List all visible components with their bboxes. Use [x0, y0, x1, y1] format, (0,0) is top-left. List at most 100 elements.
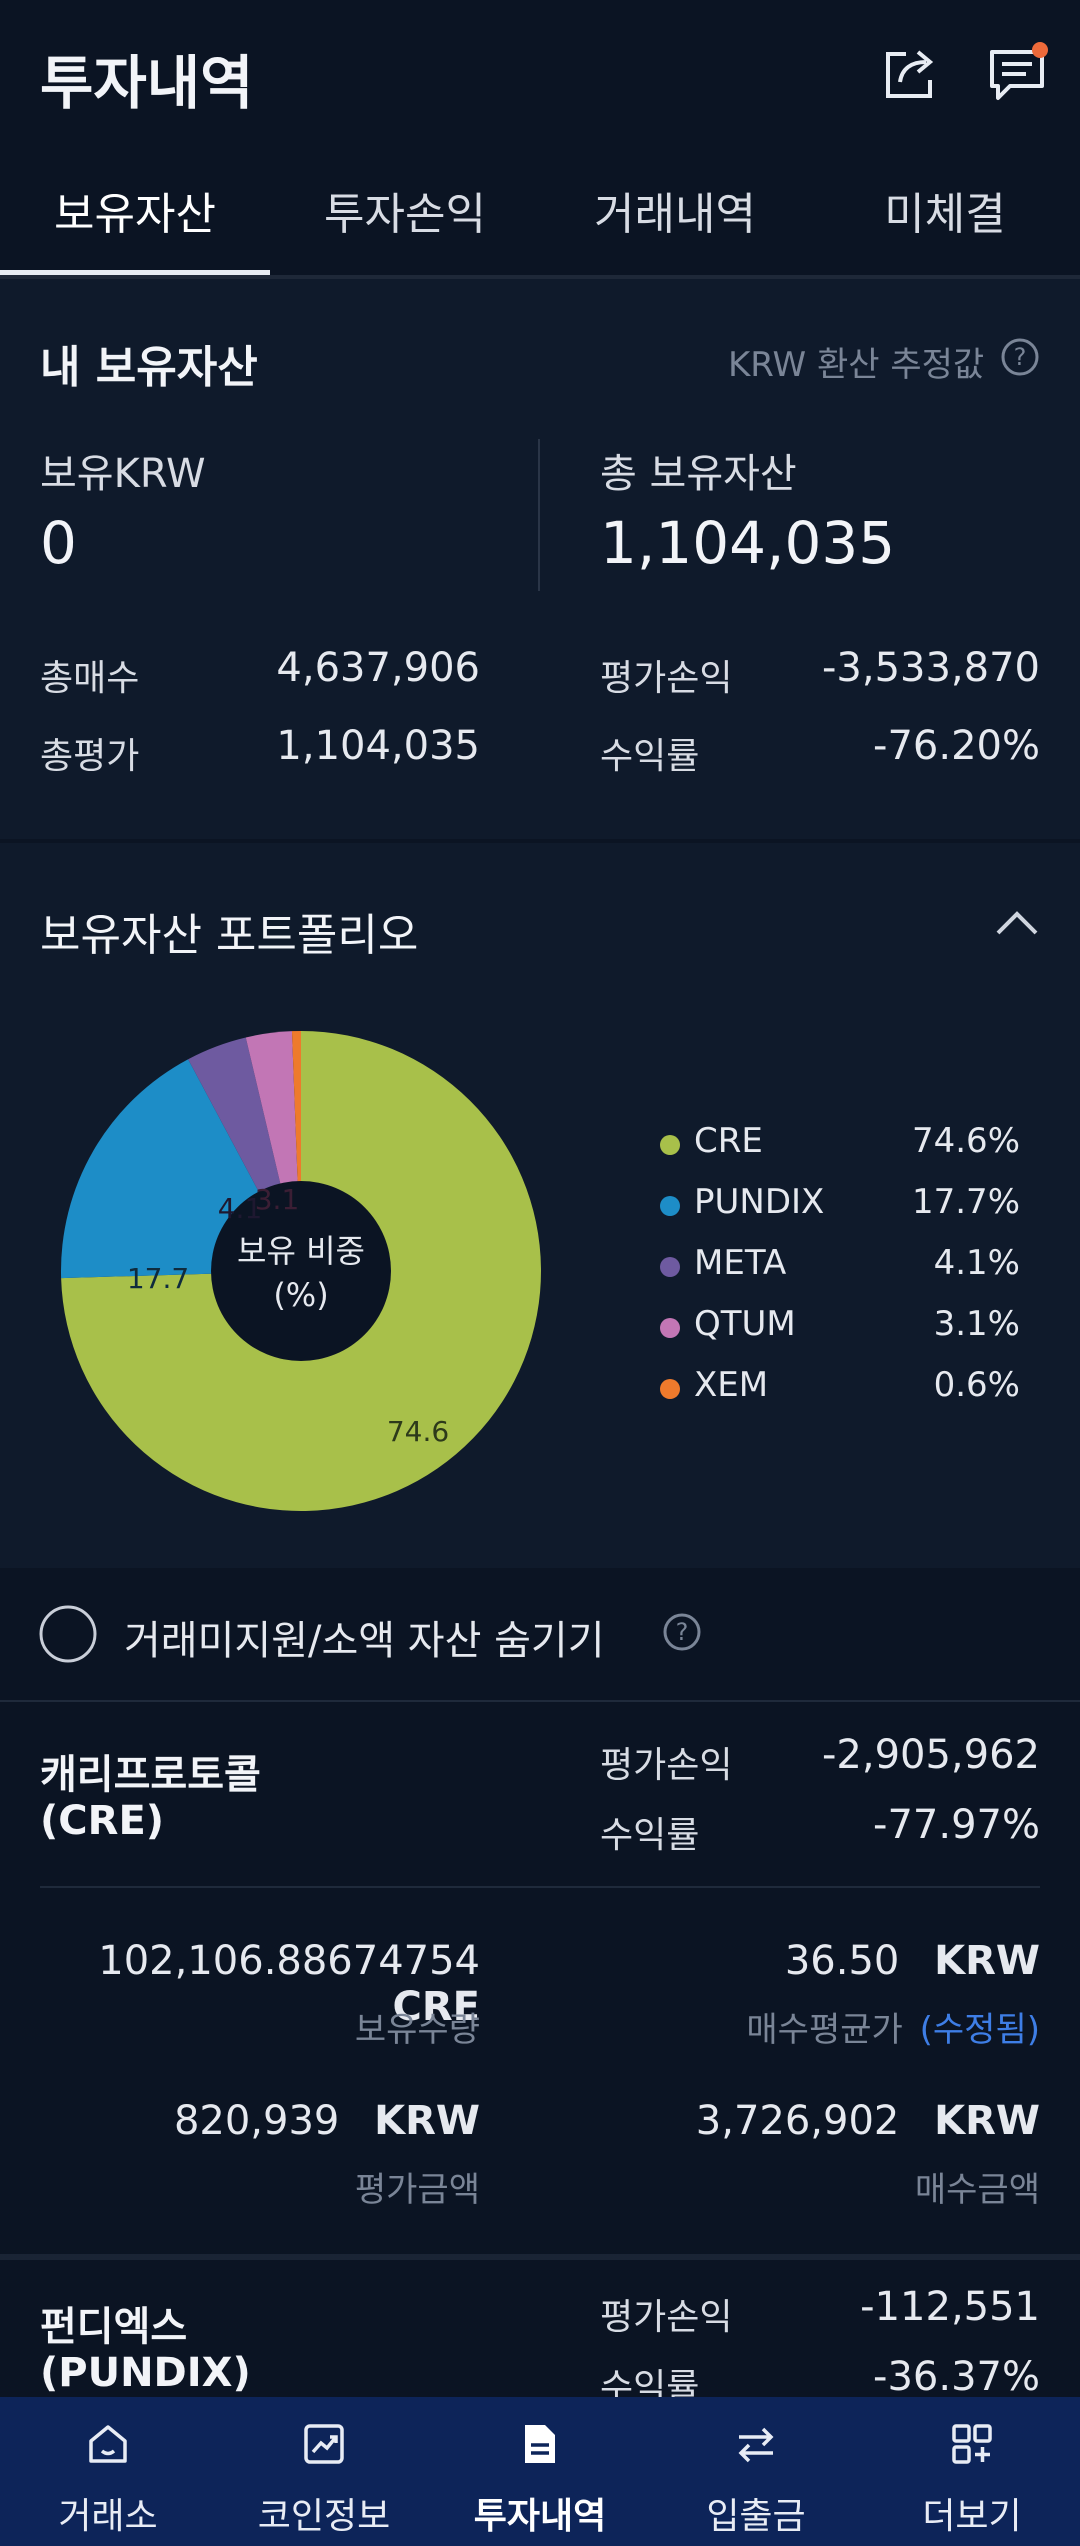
coin-symbol: (CRE) [40, 1798, 165, 1844]
chat-notice-icon[interactable] [986, 40, 1052, 106]
krw-label: 보유KRW [40, 451, 206, 497]
help-icon[interactable]: ? [662, 1612, 702, 1652]
eval-pl-label: 평가손익 [600, 658, 733, 699]
chevron-up-icon[interactable] [994, 903, 1040, 943]
legend-label: PUNDIX [694, 1182, 825, 1222]
avg-price-label: 매수평균가 [746, 2010, 903, 2050]
coin-pl-value: -2,905,962 [821, 1732, 1040, 1778]
legend-dot [660, 1257, 680, 1277]
holdings-summary: 내 보유자산 KRW 환산 추정값 ? 보유KRW 0 총 보유자산 1,104… [0, 279, 1080, 839]
app-header: 투자내역 [0, 0, 1080, 145]
donut-center-title: 보유 비중 [237, 1232, 365, 1270]
buy-amount-unit: KRW [934, 2098, 1040, 2144]
card-separator [0, 2254, 1080, 2260]
donut-center-unit: (%) [273, 1276, 328, 1314]
total-buy-value: 4,637,906 [276, 645, 480, 691]
legend-item-qtum: QTUM 3.1% [660, 1304, 1020, 1352]
nav-more[interactable]: 더보기 [864, 2397, 1080, 2546]
krw-value: 0 [40, 509, 77, 577]
tab-unfilled[interactable]: 미체결 [810, 145, 1080, 275]
legend-label: QTUM [694, 1304, 796, 1344]
nav-label: 코인정보 [257, 2496, 391, 2537]
nav-label: 투자내역 [473, 2496, 607, 2537]
home-icon [89, 2425, 127, 2463]
nav-label: 더보기 [922, 2496, 1022, 2537]
vertical-divider [538, 439, 540, 591]
chart-icon [304, 2424, 344, 2464]
share-icon[interactable] [878, 40, 944, 106]
legend-value: 0.6% [933, 1365, 1020, 1405]
legend-dot [660, 1318, 680, 1338]
eval-amount-row: 820,939 KRW [0, 2098, 480, 2144]
legend-dot [660, 1196, 680, 1216]
legend-dot [660, 1379, 680, 1399]
legend-item-pundix: PUNDIX 17.7% [660, 1182, 1020, 1230]
active-tab-indicator [0, 270, 270, 275]
total-assets-value: 1,104,035 [600, 509, 896, 577]
krw-estimate-note: KRW 환산 추정값 [728, 345, 985, 385]
coin-card-cre[interactable]: 캐리프로토콜 (CRE) 평가손익 -2,905,962 수익률 -77.97%… [0, 1702, 1080, 2258]
avg-price-edited-link[interactable]: (수정됨) [920, 2010, 1040, 2050]
legend-label: META [694, 1243, 787, 1283]
portfolio-donut-chart: 보유 비중 (%) 74.6 17.7 4.1 3.1 [61, 1031, 542, 1511]
slice-label-pundix: 17.7 [127, 1262, 189, 1295]
total-eval-value: 1,104,035 [276, 723, 480, 769]
nav-exchange[interactable]: 거래소 [0, 2397, 216, 2546]
help-icon[interactable]: ? [1000, 337, 1039, 376]
tab-profit[interactable]: 투자손익 [270, 145, 540, 275]
legend-value: 4.1% [933, 1243, 1020, 1283]
return-rate-label: 수익률 [600, 736, 700, 777]
slice-label-qtum: 3.1 [255, 1183, 300, 1216]
coin-name: 펀디엑스 [40, 2304, 188, 2350]
total-assets-label: 총 보유자산 [600, 451, 797, 497]
legend-dot [660, 1135, 680, 1155]
nav-investments[interactable]: 투자내역 [432, 2397, 648, 2546]
legend-value: 3.1% [933, 1304, 1020, 1344]
eval-amount-label: 평가금액 [354, 2170, 480, 2210]
tab-holdings[interactable]: 보유자산 [0, 145, 270, 275]
legend-item-xem: XEM 0.6% [660, 1365, 1020, 1413]
svg-text:?: ? [1014, 343, 1027, 371]
nav-deposit-withdraw[interactable]: 입출금 [648, 2397, 864, 2546]
legend-value: 17.7% [911, 1182, 1020, 1222]
eval-amount-unit: KRW [374, 2098, 480, 2144]
avg-price-row: 36.50 KRW [560, 1938, 1040, 1984]
avg-price-unit: KRW [934, 1938, 1040, 1984]
legend-item-meta: META 4.1% [660, 1243, 1020, 1291]
qty-label: 보유수량 [354, 2010, 480, 2050]
eval-amount-value: 820,939 [173, 2098, 340, 2144]
eval-pl-value: -3,533,870 [821, 645, 1040, 691]
hide-small-label: 거래미지원/소액 자산 숨기기 [124, 1618, 605, 1664]
coin-rate-label: 수익률 [600, 1815, 700, 1856]
nav-coin-info[interactable]: 코인정보 [216, 2397, 432, 2546]
hide-small-assets-row[interactable]: 거래미지원/소액 자산 숨기기 ? [0, 1572, 1080, 1697]
coin-name: 캐리프로토콜 [40, 1752, 261, 1798]
qty-value: 102,106.88674754 [98, 1938, 480, 1984]
card-divider [40, 1886, 1040, 1888]
coin-pl-label: 평가손익 [600, 1745, 733, 1786]
legend-value: 74.6% [911, 1121, 1020, 1161]
legend-label: CRE [694, 1121, 763, 1161]
coin-rate-value: -77.97% [873, 1802, 1040, 1848]
avg-price-value: 36.50 [784, 1938, 900, 1984]
transfer-icon [738, 2427, 774, 2463]
buy-amount-label: 매수금액 [914, 2170, 1040, 2210]
coin-pl-value: -112,551 [860, 2284, 1040, 2330]
coin-pl-label: 평가손익 [600, 2297, 733, 2338]
buy-amount-value: 3,726,902 [695, 2098, 900, 2144]
total-eval-label: 총평가 [40, 736, 140, 777]
tab-history[interactable]: 거래내역 [540, 145, 810, 275]
holdings-title: 내 보유자산 [40, 342, 258, 393]
portfolio-title: 보유자산 포트폴리오 [40, 910, 419, 961]
return-rate-value: -76.20% [873, 723, 1040, 769]
tab-bar: 보유자산 투자손익 거래내역 미체결 [0, 145, 1080, 279]
hide-small-checkbox[interactable] [38, 1604, 97, 1663]
slice-label-cre: 74.6 [387, 1415, 449, 1448]
legend-item-cre: CRE 74.6% [660, 1121, 1020, 1169]
legend-label: XEM [694, 1365, 769, 1405]
more-grid-icon [952, 2424, 992, 2464]
buy-amount-row: 3,726,902 KRW [560, 2098, 1040, 2144]
document-icon [525, 2425, 555, 2463]
bottom-nav: 거래소 코인정보 투자내역 입출금 더보기 [0, 2397, 1080, 2546]
coin-rate-value: -36.37% [873, 2354, 1040, 2400]
